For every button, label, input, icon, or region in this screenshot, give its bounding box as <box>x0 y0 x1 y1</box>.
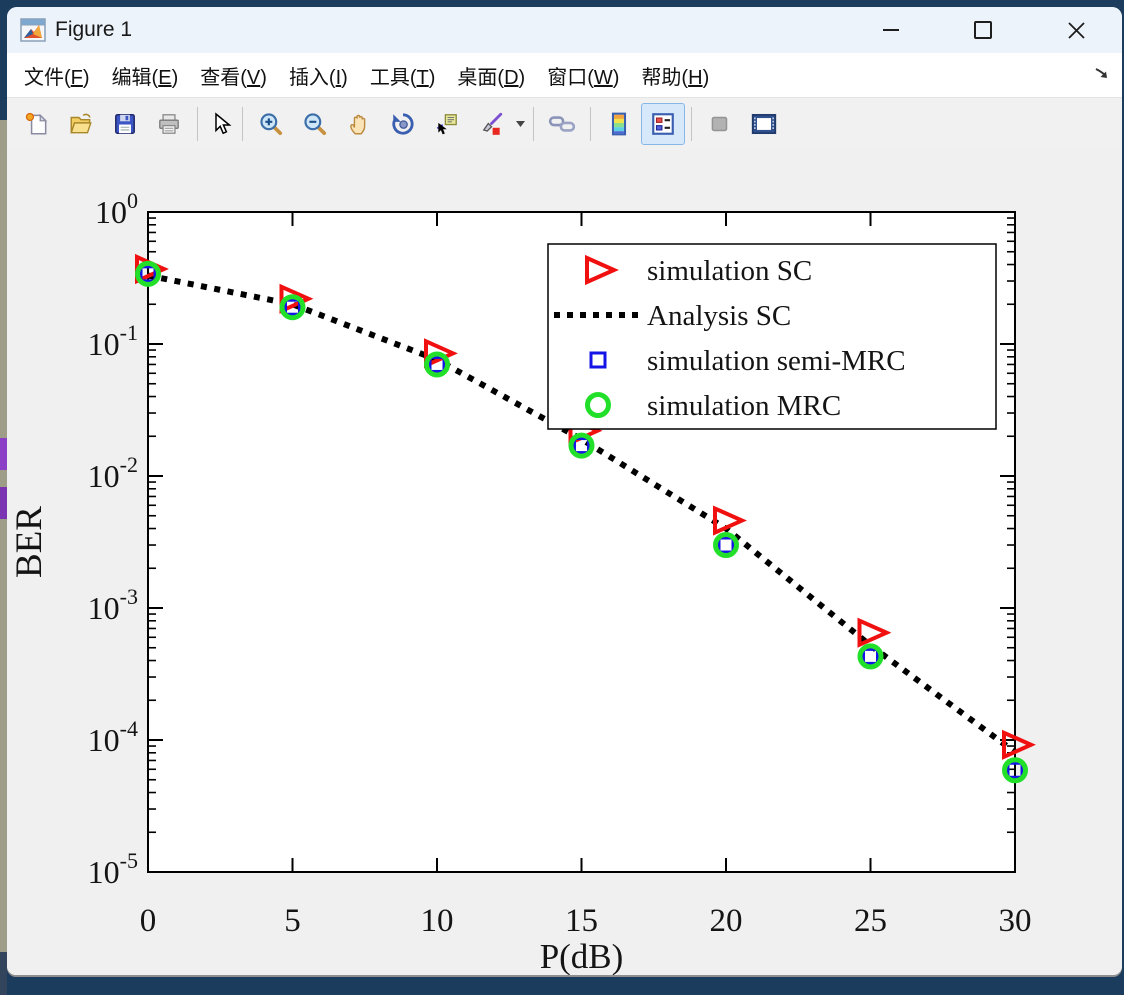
colorbar-icon <box>611 112 627 136</box>
zoom-in-icon <box>260 113 283 136</box>
chart-canvas: 0 5 10 15 20 25 30 100 10-1 10-2 10-3 10-4 10-5 P(dB)… <box>9 188 1036 975</box>
figure-canvas-area: 0 5 10 15 20 25 30 100 10-1 10-2 10-3 10-4 10-5 P(dB)… <box>7 150 1122 975</box>
y-tick-label: 100 <box>95 188 138 230</box>
menu-item-help[interactable]: 帮助(H) <box>630 57 720 94</box>
toolbar-separator <box>533 107 534 141</box>
print-figure-button[interactable] <box>147 103 191 145</box>
x-tick-label: 30 <box>999 903 1032 939</box>
menu-item-insert[interactable]: 插入(I) <box>278 57 359 94</box>
open-file-button[interactable] <box>59 103 103 145</box>
edit-cursor-button[interactable] <box>204 103 236 145</box>
legend: simulation SC Analysis SC simulation semi-… <box>547 243 997 430</box>
toolbar <box>7 98 1122 151</box>
toolbar-separator <box>590 107 591 141</box>
desktop-top <box>0 0 7 120</box>
zoom-in-button[interactable] <box>249 103 293 145</box>
desktop-background-sliver <box>0 0 7 995</box>
data-cursor-icon <box>436 114 457 135</box>
x-tick-label: 5 <box>284 903 301 939</box>
x-tick-label: 10 <box>421 903 454 939</box>
legend-label: simulation MRC <box>647 390 841 422</box>
insert-colorbar-button[interactable] <box>597 103 641 145</box>
matlab-figure-icon <box>20 18 46 42</box>
toolbar-separator <box>242 107 243 141</box>
open-folder-icon <box>70 113 92 134</box>
save-icon <box>115 114 135 134</box>
desktop-wallpaper-patch <box>0 487 7 519</box>
x-axis-label: P(dB) <box>540 937 624 975</box>
x-tick-label: 15 <box>565 903 598 939</box>
x-tick-label: 25 <box>854 903 887 939</box>
y-tick-label: 10-3 <box>88 584 138 626</box>
brush-button[interactable] <box>469 103 513 145</box>
dock-figure-arrow-icon[interactable] <box>1094 65 1110 81</box>
printer-icon <box>159 114 179 134</box>
x-tick-label: 20 <box>710 903 743 939</box>
show-plot-tools-icon <box>751 113 777 135</box>
save-figure-button[interactable] <box>103 103 147 145</box>
data-cursor-button[interactable] <box>425 103 469 145</box>
pan-button[interactable] <box>337 103 381 145</box>
window-title: Figure 1 <box>55 18 133 41</box>
menu-bar: 文件(F) 编辑(E) 查看(V) 插入(I) 工具(T) 桌面(D) 窗口(W… <box>7 53 1122 98</box>
y-axis-label: BER <box>9 506 50 578</box>
y-tick-label: 10-1 <box>88 320 138 362</box>
desktop-wallpaper-patch <box>0 438 7 470</box>
new-file-button[interactable] <box>15 103 59 145</box>
desktop-bottom <box>0 952 7 995</box>
menu-item-edit[interactable]: 编辑(E) <box>101 57 190 94</box>
y-tick-label: 10-5 <box>88 848 138 890</box>
menu-item-file[interactable]: 文件(F) <box>13 57 101 94</box>
rotate-3d-button[interactable] <box>381 103 425 145</box>
zoom-out-icon <box>304 113 327 136</box>
brush-dropdown-caret[interactable] <box>513 104 527 144</box>
legend-label: simulation semi-MRC <box>647 345 906 377</box>
minimize-button[interactable] <box>868 7 914 53</box>
maximize-button[interactable] <box>960 7 1006 53</box>
toolbar-separator <box>691 107 692 141</box>
legend-label: Analysis SC <box>647 300 791 332</box>
hide-plot-tools-icon <box>711 116 728 132</box>
legend-icon <box>652 113 674 135</box>
link-plot-button[interactable] <box>540 103 584 145</box>
caret-down-icon <box>515 121 525 127</box>
show-plot-tools-dock-button[interactable] <box>742 103 786 145</box>
new-file-icon <box>25 112 48 135</box>
minimize-icon <box>883 29 899 31</box>
pan-hand-icon <box>350 114 366 135</box>
insert-legend-button[interactable] <box>641 103 685 145</box>
title-bar[interactable]: Figure 1 <box>7 7 1122 53</box>
figure-window: Figure 1 文件(F) 编辑(E) 查看(V) 插入(I) 工具(T) 桌… <box>7 7 1122 975</box>
close-button[interactable] <box>1053 7 1099 53</box>
brush-icon <box>482 112 503 135</box>
y-tick-label: 10-4 <box>88 716 138 758</box>
menu-item-view[interactable]: 查看(V) <box>189 57 278 94</box>
link-icon <box>548 116 576 132</box>
hide-plot-tools-button[interactable] <box>698 103 742 145</box>
menu-item-window[interactable]: 窗口(W) <box>536 57 630 94</box>
menu-item-desktop[interactable]: 桌面(D) <box>446 57 536 94</box>
rotate-3d-icon <box>392 113 414 135</box>
x-tick-label: 0 <box>140 903 157 939</box>
close-icon <box>1067 21 1085 39</box>
toolbar-separator <box>197 107 198 141</box>
maximize-icon <box>974 21 992 39</box>
zoom-out-button[interactable] <box>293 103 337 145</box>
legend-label: simulation SC <box>647 255 812 287</box>
menu-item-tools[interactable]: 工具(T) <box>359 57 447 94</box>
y-tick-label: 10-2 <box>88 452 138 494</box>
arrow-cursor-icon <box>215 112 232 135</box>
